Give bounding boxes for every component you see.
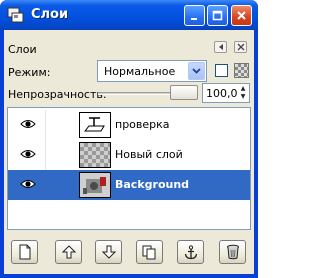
minimize-button[interactable] (184, 5, 205, 26)
row-separator (45, 110, 46, 140)
opacity-spinbox[interactable]: 100,0 ▲ ▼ (202, 83, 250, 103)
layer-thumbnail (79, 142, 111, 168)
dialog-client-area: Слои Режим: Нормальное Непрозрачность: 1… (4, 30, 254, 274)
mode-value: Нормальное (104, 65, 176, 78)
spin-arrows[interactable]: ▲ ▼ (238, 85, 248, 101)
anchor-icon (184, 244, 197, 259)
raise-layer-icon (61, 245, 76, 259)
panel-menu-button[interactable] (214, 41, 227, 53)
text-layer-icon (83, 117, 105, 132)
opacity-label: Непрозрачность: (8, 88, 107, 101)
layer-thumbnail (79, 172, 111, 198)
mode-dropdown[interactable]: Нормальное (97, 60, 207, 82)
window-title: Слои (31, 7, 69, 22)
eye-icon[interactable] (20, 148, 36, 160)
opacity-value: 100,0 (206, 87, 238, 100)
spin-up-icon[interactable]: ▲ (238, 85, 248, 93)
layers-toolbar (7, 240, 251, 266)
layers-list[interactable]: проверка Новый слой Background (7, 107, 251, 230)
layer-row[interactable]: проверка (8, 110, 250, 140)
panel-close-button[interactable] (234, 41, 247, 53)
new-layer-icon (19, 244, 30, 260)
layer-row[interactable]: Новый слой (8, 140, 250, 170)
layer-name[interactable]: Новый слой (115, 148, 183, 161)
layers-window: Слои Слои Режим: Нормальное Непрозрачнос… (0, 0, 258, 278)
layer-row[interactable]: Background (8, 170, 250, 200)
mode-label: Режим: (8, 66, 51, 79)
row-separator (45, 170, 46, 200)
transparency-checker-icon (234, 63, 249, 78)
layer-thumbnail (79, 112, 111, 138)
lower-layer-icon (101, 245, 116, 259)
keep-transparency-checkbox[interactable] (215, 64, 228, 77)
chevron-down-icon (192, 68, 201, 74)
close-icon (237, 11, 246, 20)
close-button[interactable] (231, 5, 252, 26)
delete-layer-button[interactable] (219, 240, 246, 264)
maximize-button[interactable] (207, 5, 228, 26)
layer-name[interactable]: проверка (115, 118, 170, 131)
eye-icon[interactable] (20, 118, 36, 130)
raise-layer-button[interactable] (55, 240, 82, 264)
trash-icon (226, 244, 239, 260)
layer-name[interactable]: Background (115, 178, 189, 191)
maximize-icon (212, 10, 223, 21)
lower-layer-button[interactable] (95, 240, 122, 264)
eye-icon[interactable] (20, 178, 36, 190)
panel-label: Слои (8, 43, 37, 56)
tab-menu-icon (218, 44, 223, 50)
dropdown-arrow-button[interactable] (188, 62, 205, 80)
duplicate-layer-icon (142, 245, 156, 259)
minimize-icon (191, 18, 197, 20)
opacity-slider-thumb[interactable] (170, 85, 198, 100)
duplicate-layer-button[interactable] (136, 240, 163, 264)
new-layer-button[interactable] (11, 240, 38, 264)
anchor-layer-button[interactable] (177, 240, 204, 264)
close-icon (237, 43, 244, 51)
title-bar[interactable]: Слои (0, 0, 258, 30)
layers-app-icon (7, 7, 24, 23)
spin-down-icon[interactable]: ▼ (238, 93, 248, 101)
row-separator (45, 140, 46, 170)
image-thumbnail-icon (80, 173, 110, 197)
